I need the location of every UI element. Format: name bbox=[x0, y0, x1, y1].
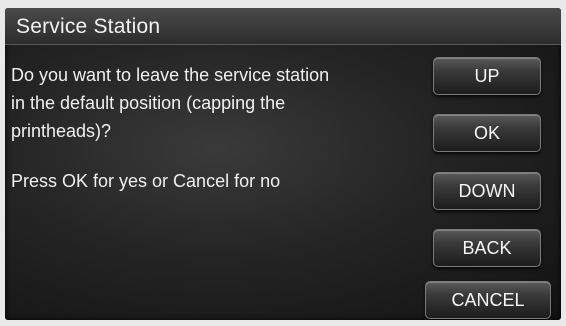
message-line-2: in the default position (capping the bbox=[11, 93, 286, 113]
message-text: Do you want to leave the service station… bbox=[11, 61, 411, 145]
cancel-button[interactable]: CANCEL bbox=[425, 281, 551, 319]
message-line-1: Do you want to leave the service station bbox=[11, 65, 330, 85]
title-bar: Service Station bbox=[5, 8, 561, 45]
ok-button[interactable]: OK bbox=[433, 114, 541, 152]
service-station-screen: Service Station Do you want to leave the… bbox=[5, 8, 561, 320]
screen-title: Service Station bbox=[16, 15, 161, 38]
down-button[interactable]: DOWN bbox=[433, 172, 541, 210]
message-line-3: printheads)? bbox=[11, 121, 112, 141]
up-button[interactable]: UP bbox=[433, 57, 541, 95]
back-button[interactable]: BACK bbox=[433, 229, 541, 267]
prompt-text: Press OK for yes or Cancel for no bbox=[11, 171, 281, 191]
message-panel: Do you want to leave the service station… bbox=[11, 61, 411, 195]
